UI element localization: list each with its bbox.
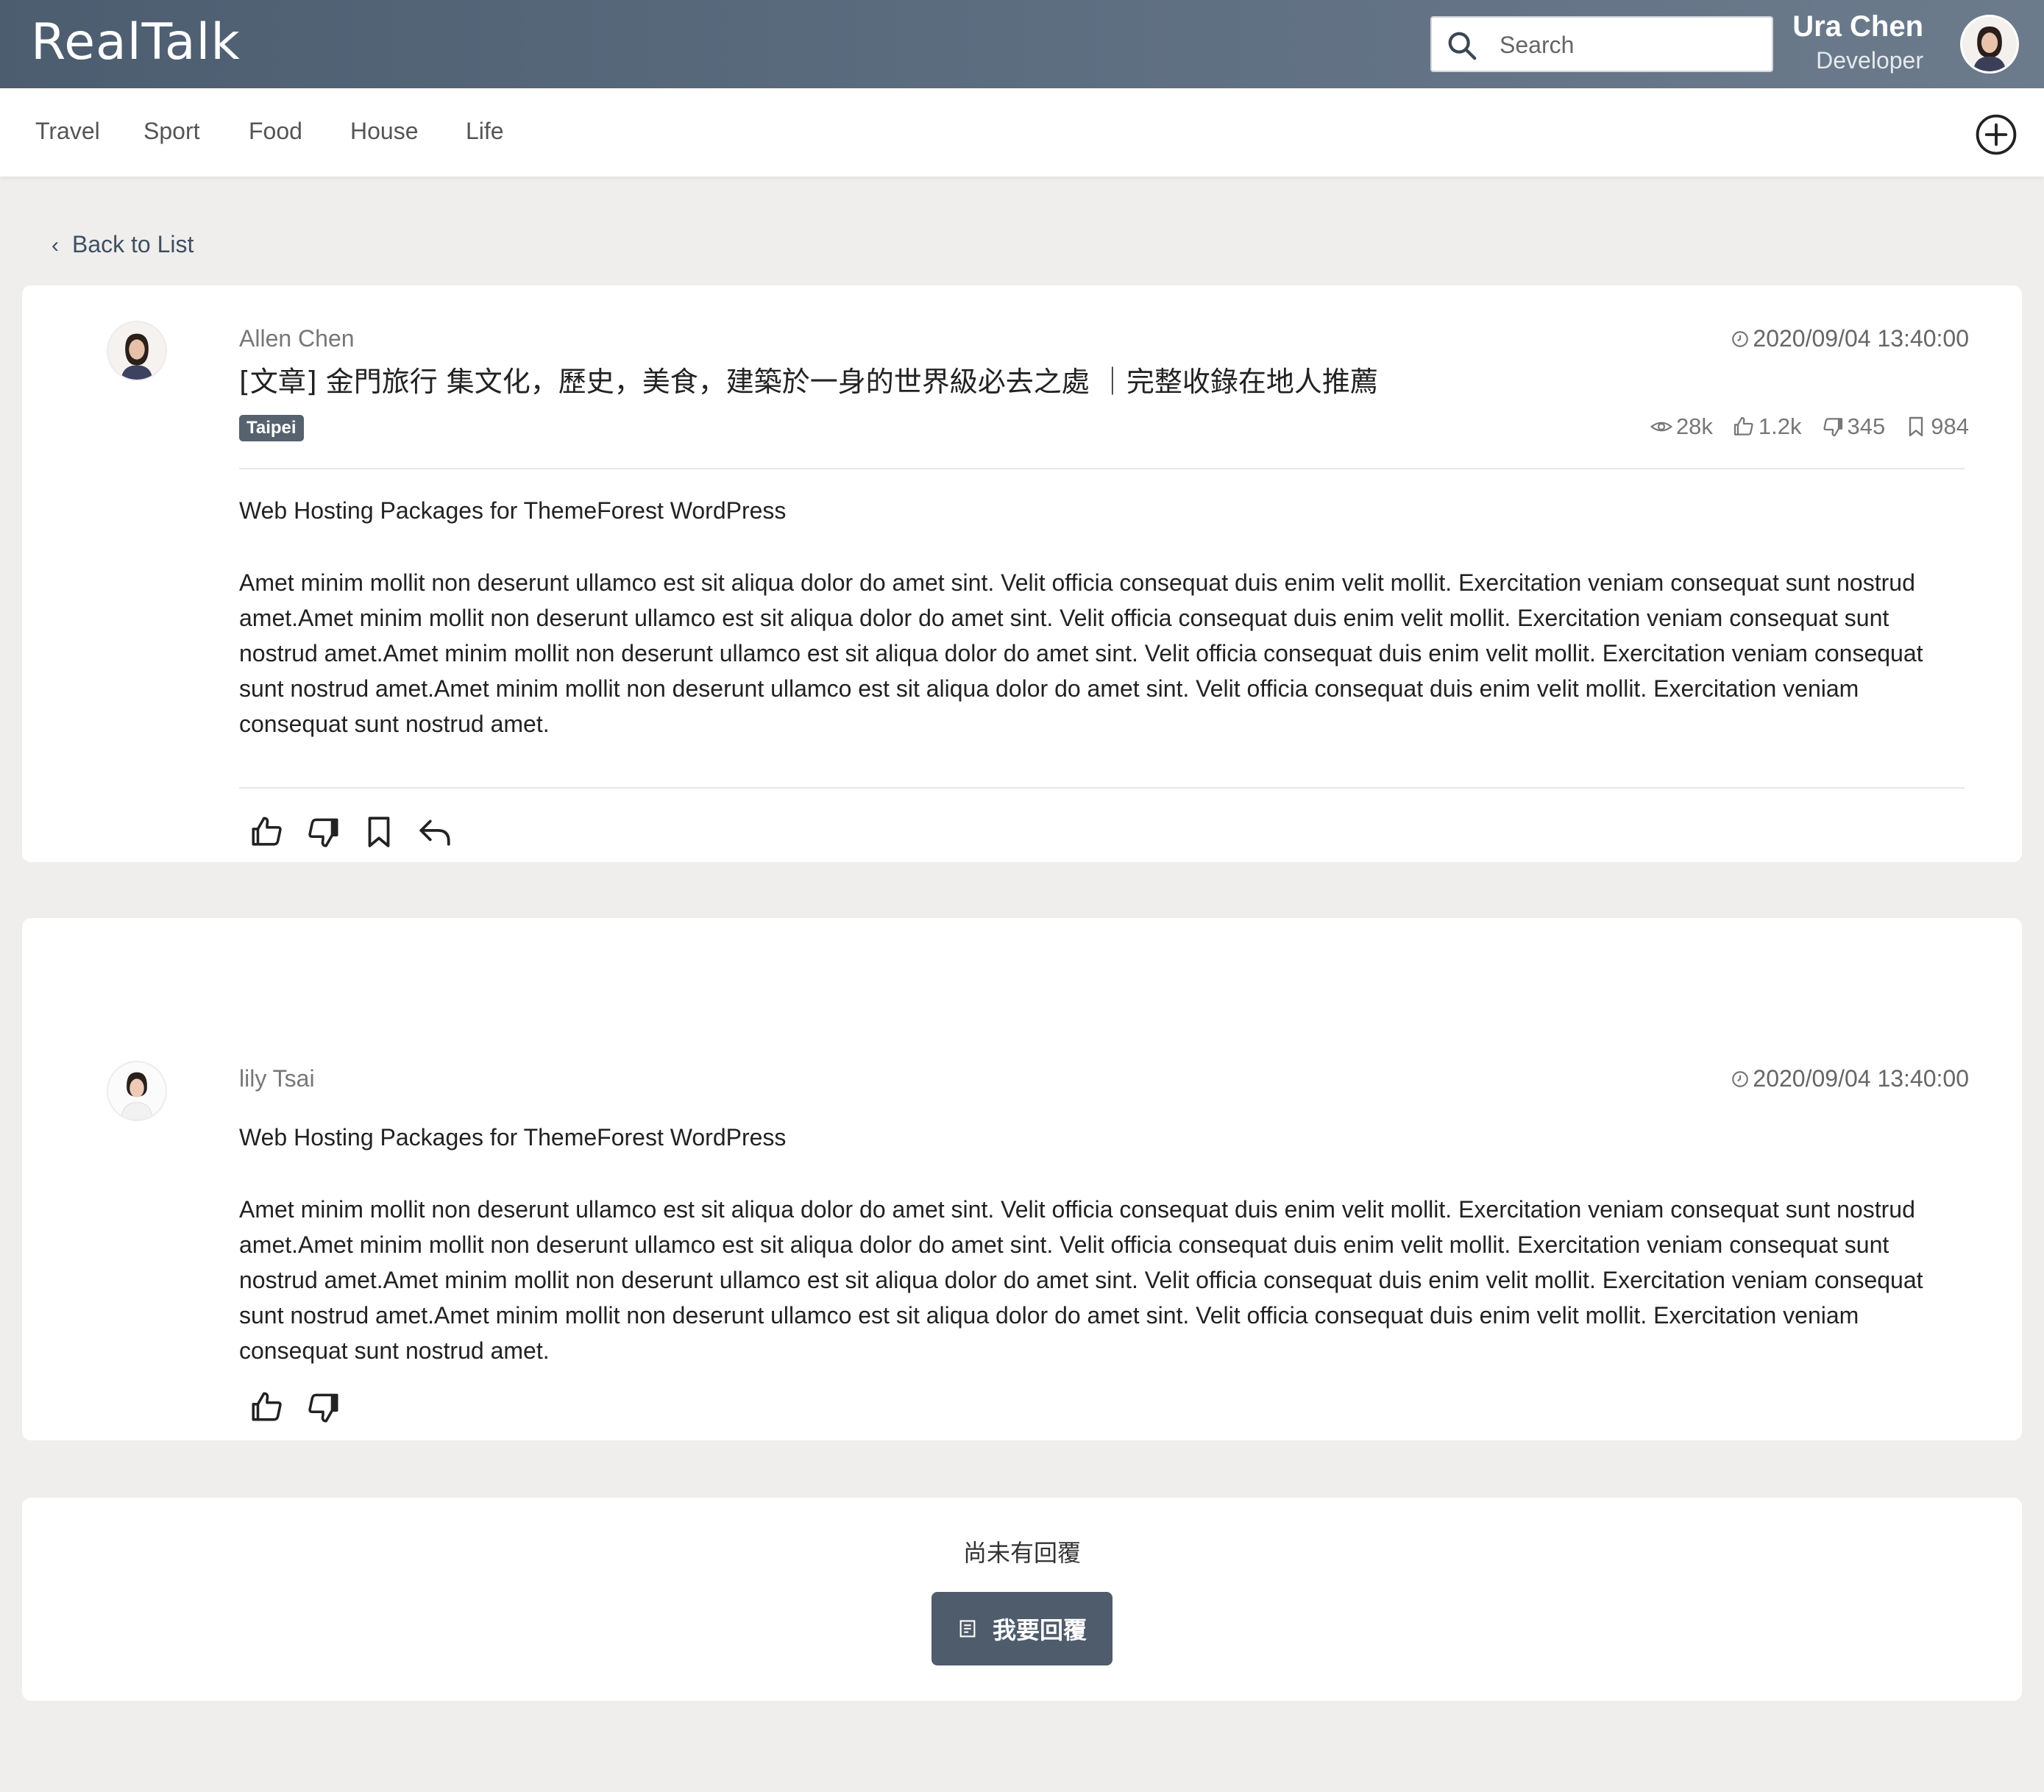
post-actions-divider	[239, 787, 1965, 789]
no-reply-text: 尚未有回覆	[962, 1539, 1081, 1567]
post-card: Allen Chen 2020/09/04 13:40:00 [文章] 金門旅行…	[22, 285, 2022, 862]
dislikes-stat: 345	[1821, 413, 1886, 440]
nav-item-life[interactable]: Life	[466, 118, 504, 145]
back-to-list-link[interactable]: ‹ Back to List	[52, 231, 194, 258]
likes-count: 1.2k	[1758, 413, 1802, 439]
nav-item-house[interactable]: House	[350, 118, 419, 145]
commenter-avatar[interactable]	[107, 1061, 167, 1121]
back-to-list-label: Back to List	[72, 231, 194, 257]
bookmark-icon	[1909, 416, 1923, 437]
post-actions	[249, 814, 453, 850]
post-timestamp-text: 2020/09/04 13:40:00	[1753, 325, 1969, 352]
thumbs-up-icon	[1734, 416, 1753, 435]
post-timestamp: 2020/09/04 13:40:00	[1731, 325, 1969, 352]
clock-icon	[1732, 1071, 1749, 1087]
location-tag[interactable]: Taipei	[239, 415, 304, 441]
comment-timestamp-text: 2020/09/04 13:40:00	[1753, 1065, 1969, 1092]
reply-button-icon[interactable]	[416, 814, 453, 850]
document-icon	[959, 1620, 976, 1638]
thumbs-down-icon	[1823, 418, 1842, 437]
dislike-button-icon[interactable]	[305, 1389, 341, 1426]
post-title: [文章] 金門旅行 集文化，歷史，美食，建築於一身的世界級必去之處 ｜完整收錄在…	[239, 366, 1378, 398]
comment-author[interactable]: lily Tsai	[239, 1065, 315, 1092]
comment-body: Amet minim mollit non deserunt ullamco e…	[239, 1196, 1923, 1364]
like-button-icon[interactable]	[249, 814, 285, 850]
search-box[interactable]	[1430, 16, 1773, 72]
post-author[interactable]: Allen Chen	[239, 325, 355, 352]
comment-actions	[249, 1389, 341, 1426]
app-logo[interactable]: RealTalk	[31, 13, 241, 71]
add-post-icon[interactable]	[1975, 113, 2018, 156]
chevron-left-icon: ‹	[52, 233, 59, 257]
likes-stat: 1.2k	[1732, 413, 1802, 440]
nav-item-travel[interactable]: Travel	[35, 118, 100, 145]
post-subtitle: Web Hosting Packages for ThemeForest Wor…	[239, 497, 787, 524]
reply-card: 尚未有回覆 我要回覆	[22, 1498, 2022, 1701]
bookmarks-stat: 984	[1904, 413, 1969, 440]
eye-icon	[1650, 422, 1672, 432]
reply-button-label: 我要回覆	[992, 1616, 1087, 1644]
user-name: Ura Chen	[1792, 10, 1923, 43]
comment-card: lily Tsai 2020/09/04 13:40:00 Web Hostin…	[22, 918, 2022, 1440]
views-stat: 28k	[1650, 413, 1713, 440]
clock-icon	[1732, 331, 1749, 347]
comment-timestamp: 2020/09/04 13:40:00	[1731, 1065, 1969, 1092]
app-header: RealTalk Ura Chen Developer	[0, 0, 2044, 88]
search-input[interactable]	[1500, 26, 1757, 63]
user-role: Developer	[1816, 47, 1923, 74]
post-header-divider	[239, 468, 1965, 469]
category-nav: Travel Sport Food House Life	[0, 88, 2044, 177]
dislikes-count: 345	[1847, 413, 1886, 439]
reply-button[interactable]: 我要回覆	[931, 1592, 1113, 1665]
search-icon[interactable]	[1445, 29, 1479, 63]
dislike-button-icon[interactable]	[305, 814, 341, 850]
post-stats: 28k 1.2k 345 984	[1650, 413, 1969, 440]
nav-item-sport[interactable]: Sport	[143, 118, 199, 145]
bookmark-button-icon[interactable]	[361, 814, 397, 850]
author-avatar[interactable]	[107, 321, 167, 381]
user-avatar[interactable]	[1960, 15, 2019, 74]
comment-subtitle: Web Hosting Packages for ThemeForest Wor…	[239, 1124, 787, 1151]
views-count: 28k	[1675, 413, 1713, 439]
nav-item-food[interactable]: Food	[249, 118, 302, 145]
post-body: Amet minim mollit non deserunt ullamco e…	[239, 569, 1923, 737]
bookmarks-count: 984	[1931, 413, 1969, 439]
like-button-icon[interactable]	[249, 1389, 285, 1426]
